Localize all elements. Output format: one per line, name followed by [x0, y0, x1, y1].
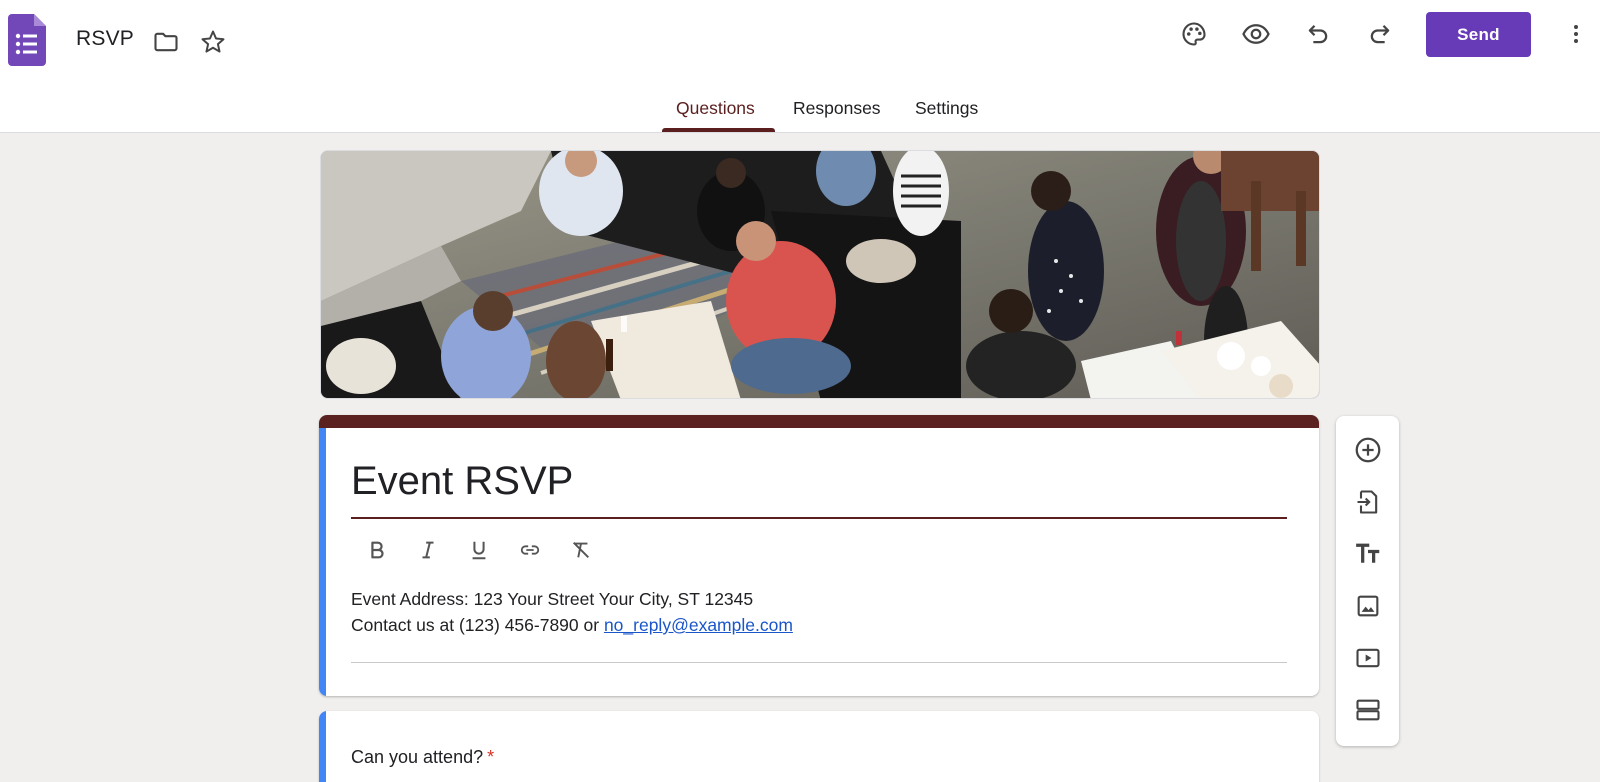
- clear-format-icon[interactable]: [563, 532, 599, 568]
- tab-responses[interactable]: Responses: [793, 98, 881, 119]
- question-card-indicator: [319, 711, 326, 782]
- redo-icon[interactable]: [1360, 14, 1400, 54]
- add-section-icon[interactable]: [1348, 690, 1388, 730]
- active-tab-indicator: [662, 128, 775, 132]
- link-icon[interactable]: [512, 532, 548, 568]
- folder-icon[interactable]: [146, 22, 186, 62]
- star-icon[interactable]: [193, 22, 233, 62]
- eye-icon[interactable]: [1236, 14, 1276, 54]
- active-card-indicator: [319, 428, 326, 696]
- top-bar: RSVP Send Questions Responses Settings: [0, 0, 1600, 133]
- document-title[interactable]: RSVP: [76, 27, 134, 51]
- send-button[interactable]: Send: [1426, 12, 1531, 57]
- add-question-icon[interactable]: [1348, 430, 1388, 470]
- form-title[interactable]: Event RSVP: [351, 459, 573, 504]
- more-vert-icon[interactable]: [1556, 14, 1596, 54]
- form-description-address[interactable]: Event Address: 123 Your Street Your City…: [351, 589, 753, 610]
- add-video-icon[interactable]: [1348, 638, 1388, 678]
- import-questions-icon[interactable]: [1348, 482, 1388, 522]
- tab-settings[interactable]: Settings: [915, 98, 978, 119]
- underline-icon[interactable]: [461, 532, 497, 568]
- description-input-underline: [351, 662, 1287, 663]
- question-text: Can you attend?: [351, 747, 484, 767]
- bold-icon[interactable]: [359, 532, 395, 568]
- question-card[interactable]: Can you attend? *: [319, 711, 1319, 782]
- add-image-icon[interactable]: [1348, 586, 1388, 626]
- contact-text: Contact us at (123) 456-7890 or: [351, 615, 604, 635]
- header-image: [320, 150, 1320, 399]
- forms-app-icon[interactable]: [8, 14, 46, 66]
- undo-icon[interactable]: [1298, 14, 1338, 54]
- add-title-icon[interactable]: [1348, 534, 1388, 574]
- tab-bar: Questions Responses Settings: [0, 86, 1600, 133]
- form-description-contact[interactable]: Contact us at (123) 456-7890 or no_reply…: [351, 615, 793, 636]
- palette-icon[interactable]: [1174, 14, 1214, 54]
- tab-questions[interactable]: Questions: [676, 98, 755, 119]
- question-title[interactable]: Can you attend? *: [351, 747, 494, 768]
- form-title-card[interactable]: Event RSVP Event Address: 123 Your Stree…: [319, 415, 1319, 696]
- title-input-underline: [351, 517, 1287, 519]
- email-link[interactable]: no_reply@example.com: [604, 615, 793, 635]
- required-asterisk: *: [487, 747, 495, 767]
- italic-icon[interactable]: [410, 532, 446, 568]
- floating-side-toolbar: [1336, 416, 1399, 746]
- theme-color-strip: [319, 415, 1319, 428]
